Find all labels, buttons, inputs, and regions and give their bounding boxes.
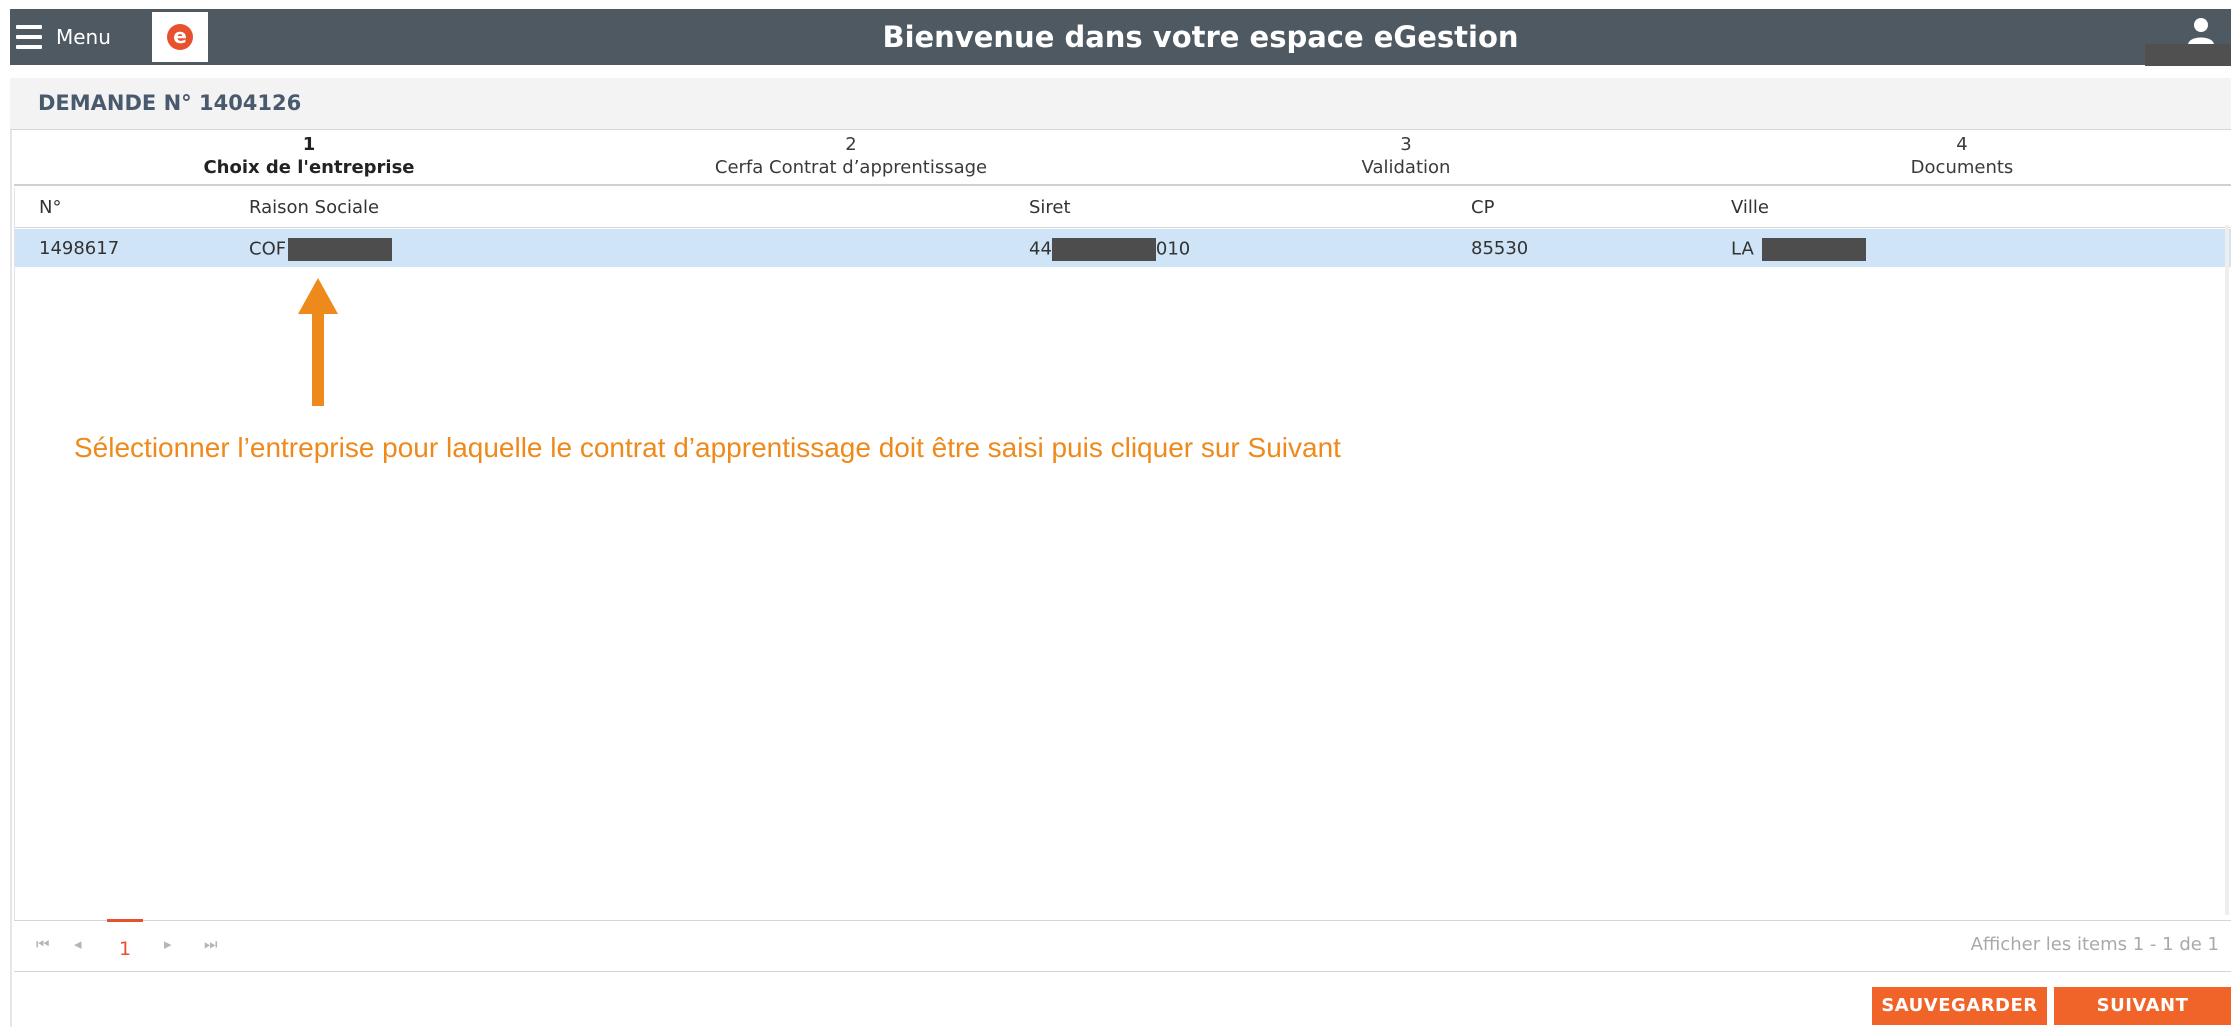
- first-page-icon[interactable]: ⏮: [36, 935, 50, 953]
- last-page-icon[interactable]: ⏭: [204, 935, 218, 953]
- wizard-steps: 1 Choix de l'entreprise 2 Cerfa Contrat …: [14, 130, 2231, 186]
- step-label: Validation: [1361, 157, 1451, 178]
- step-number: 2: [845, 134, 857, 155]
- column-header-siret[interactable]: Siret: [1029, 197, 1071, 218]
- step-validation[interactable]: 3 Validation: [1206, 134, 1606, 180]
- demande-title: DEMANDE N° 1404126: [38, 91, 302, 115]
- step-documents[interactable]: 4 Documents: [1762, 134, 2162, 180]
- grid-scrollbar[interactable]: [2225, 225, 2229, 915]
- arrow-up-icon: [298, 278, 338, 406]
- logo-glyph: e: [167, 24, 193, 50]
- instruction-annotation: Sélectionner l’entreprise pour laquelle …: [74, 432, 1341, 463]
- column-header-cp[interactable]: CP: [1471, 197, 1494, 218]
- next-button[interactable]: SUIVANT: [2054, 987, 2231, 1025]
- top-bar: Menu e Bienvenue dans votre espace eGest…: [10, 9, 2231, 65]
- egestion-logo[interactable]: e: [152, 12, 208, 62]
- cell-raison-sociale: COF: [249, 238, 393, 261]
- step-label: Cerfa Contrat d’apprentissage: [714, 157, 988, 178]
- raison-sociale-visible: COF: [249, 238, 287, 260]
- entreprise-grid: N° Raison Sociale Siret CP Ville 1498617…: [14, 188, 2231, 920]
- cell-cp: 85530: [1471, 238, 1529, 259]
- redaction-block: [1761, 238, 1866, 261]
- siret-suffix: 010: [1155, 238, 1191, 260]
- user-name-redacted: [2145, 44, 2231, 66]
- grid-pager: ⏮ ◂ 1 ▸ ⏭ Afficher les items 1 - 1 de 1: [14, 919, 2231, 972]
- content-left-border: [10, 130, 12, 1027]
- redaction-block: [288, 238, 393, 261]
- ville-visible: LA: [1731, 238, 1754, 260]
- save-button[interactable]: SAUVEGARDER: [1872, 987, 2047, 1025]
- siret-prefix: 44: [1029, 238, 1052, 260]
- step-label: Documents: [1910, 157, 2014, 178]
- column-header-ville[interactable]: Ville: [1731, 197, 1769, 218]
- demande-header: DEMANDE N° 1404126: [10, 78, 2231, 130]
- cell-ville: LA: [1731, 238, 1866, 261]
- page-number-current[interactable]: 1: [107, 919, 143, 960]
- step-choix-entreprise[interactable]: 1 Choix de l'entreprise: [109, 134, 509, 180]
- step-number: 1: [302, 134, 316, 155]
- table-row[interactable]: 1498617 COF 44 010 85530 LA: [15, 229, 2231, 267]
- prev-page-icon[interactable]: ◂: [74, 935, 82, 953]
- cell-siret: 44 010: [1029, 238, 1190, 261]
- cell-numero: 1498617: [39, 238, 120, 259]
- step-number: 4: [1956, 134, 1968, 155]
- column-header-raison-sociale[interactable]: Raison Sociale: [249, 197, 379, 218]
- menu-button[interactable]: Menu: [16, 9, 111, 65]
- user-icon[interactable]: [2185, 15, 2217, 47]
- hamburger-icon: [16, 25, 42, 49]
- menu-label: Menu: [56, 25, 111, 49]
- grid-header: N° Raison Sociale Siret CP Ville: [15, 188, 2231, 228]
- step-number: 3: [1400, 134, 1412, 155]
- pager-info: Afficher les items 1 - 1 de 1: [1970, 934, 2219, 955]
- page-title: Bienvenue dans votre espace eGestion: [882, 20, 1519, 54]
- step-cerfa[interactable]: 2 Cerfa Contrat d’apprentissage: [651, 134, 1051, 180]
- redaction-block: [1051, 238, 1156, 261]
- next-page-icon[interactable]: ▸: [164, 935, 172, 953]
- column-header-numero[interactable]: N°: [39, 197, 61, 218]
- step-label: Choix de l'entreprise: [203, 157, 415, 178]
